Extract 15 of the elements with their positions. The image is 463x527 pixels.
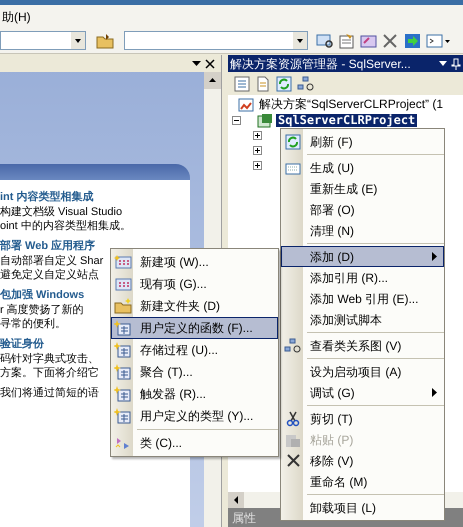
section-heading: 包加强 Windows (0, 288, 84, 303)
body-text: 寻常的便利。 (0, 317, 66, 331)
body-text: oint 中的内容类型相集成。 (0, 219, 131, 233)
panel-title-text: 属性 (232, 510, 256, 526)
section-heading: int 内容类型相集成 (0, 190, 94, 205)
section-heading: 部署 Web 应用程序 (0, 239, 96, 254)
body-text: 避免定义自定义站点 (0, 268, 99, 282)
body-text: r 高度赞扬了新的 (0, 303, 84, 317)
body-text: 方案。下面将介绍它 (0, 366, 99, 380)
body-text: 构建文档级 Visual Studio (0, 205, 122, 219)
panel-title-text: 解决方案资源管理器 - SqlServer... (230, 56, 411, 72)
body-text: 我们将通过简短的语 (0, 386, 99, 400)
body-text: 码针对字典式攻击、 (0, 352, 99, 366)
section-heading: 验证身份 (0, 337, 44, 352)
body-text: 自动部署自定义 Shar (0, 254, 104, 268)
